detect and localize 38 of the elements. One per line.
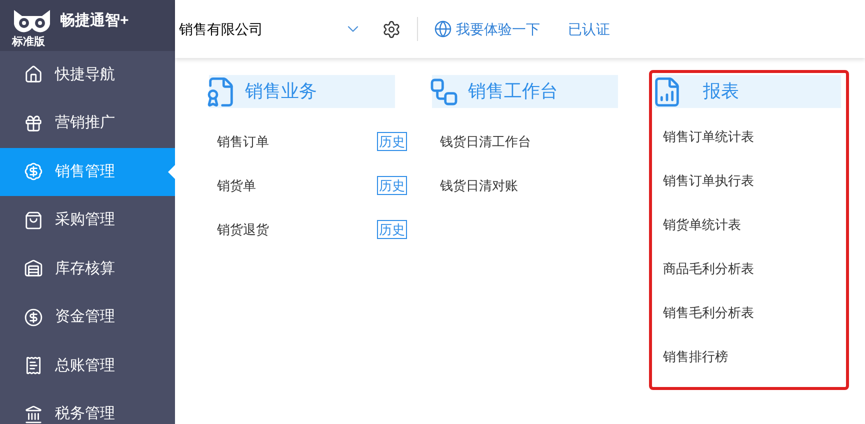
sidebar-item[interactable]: 总账管理: [0, 342, 175, 390]
dollar-badge-icon: [24, 162, 43, 182]
sidebar-item[interactable]: 资金管理: [0, 293, 175, 342]
section-title: 报表: [703, 80, 739, 103]
edition-label: 标准版: [12, 34, 46, 50]
sidebar-item[interactable]: 采购管理: [0, 196, 175, 244]
menu-link[interactable]: 销货退货: [217, 220, 269, 240]
settings-icon[interactable]: [382, 20, 401, 38]
menu-link[interactable]: 钱货日清对账: [440, 176, 518, 196]
menu-link[interactable]: 钱货日清工作台: [440, 132, 531, 152]
menu-link[interactable]: 销售订单统计表: [663, 126, 754, 146]
menu-link[interactable]: 销售订单执行表: [663, 170, 754, 190]
trial-link[interactable]: 我要体验一下: [434, 18, 540, 40]
menu-link[interactable]: 销货单: [217, 176, 256, 196]
menu-link[interactable]: 销售订单: [217, 132, 269, 152]
menu-link[interactable]: 商品毛利分析表: [663, 258, 754, 278]
menu-link[interactable]: 销货单统计表: [663, 214, 741, 234]
pointer-notch: [168, 164, 175, 179]
certified-link[interactable]: 已认证: [568, 18, 610, 40]
home-icon: [24, 65, 43, 84]
bag-icon: [24, 210, 43, 230]
owl-logo-icon: [12, 8, 52, 34]
company-select[interactable]: 销售有限公司: [175, 18, 370, 40]
receipt-icon: [24, 356, 43, 376]
building-icon: [24, 404, 43, 424]
menu-link[interactable]: 销售排行榜: [663, 346, 728, 366]
sidebar-item[interactable]: 快捷导航: [0, 50, 175, 99]
brand-name: 畅捷通智+: [60, 10, 129, 31]
gift-icon: [24, 114, 43, 133]
section-title: 销售业务: [245, 80, 317, 103]
warehouse-icon: [24, 259, 43, 278]
dollar-coin-icon: [24, 308, 43, 327]
sidebar-item[interactable]: 库存核算: [0, 244, 175, 293]
menu-link[interactable]: 销售毛利分析表: [663, 302, 754, 322]
sidebar-item[interactable]: 税务管理: [0, 390, 175, 424]
section-title: 销售工作台: [468, 80, 558, 103]
planet-icon: [434, 20, 452, 38]
sidebar-item[interactable]: 营销推广: [0, 99, 175, 148]
